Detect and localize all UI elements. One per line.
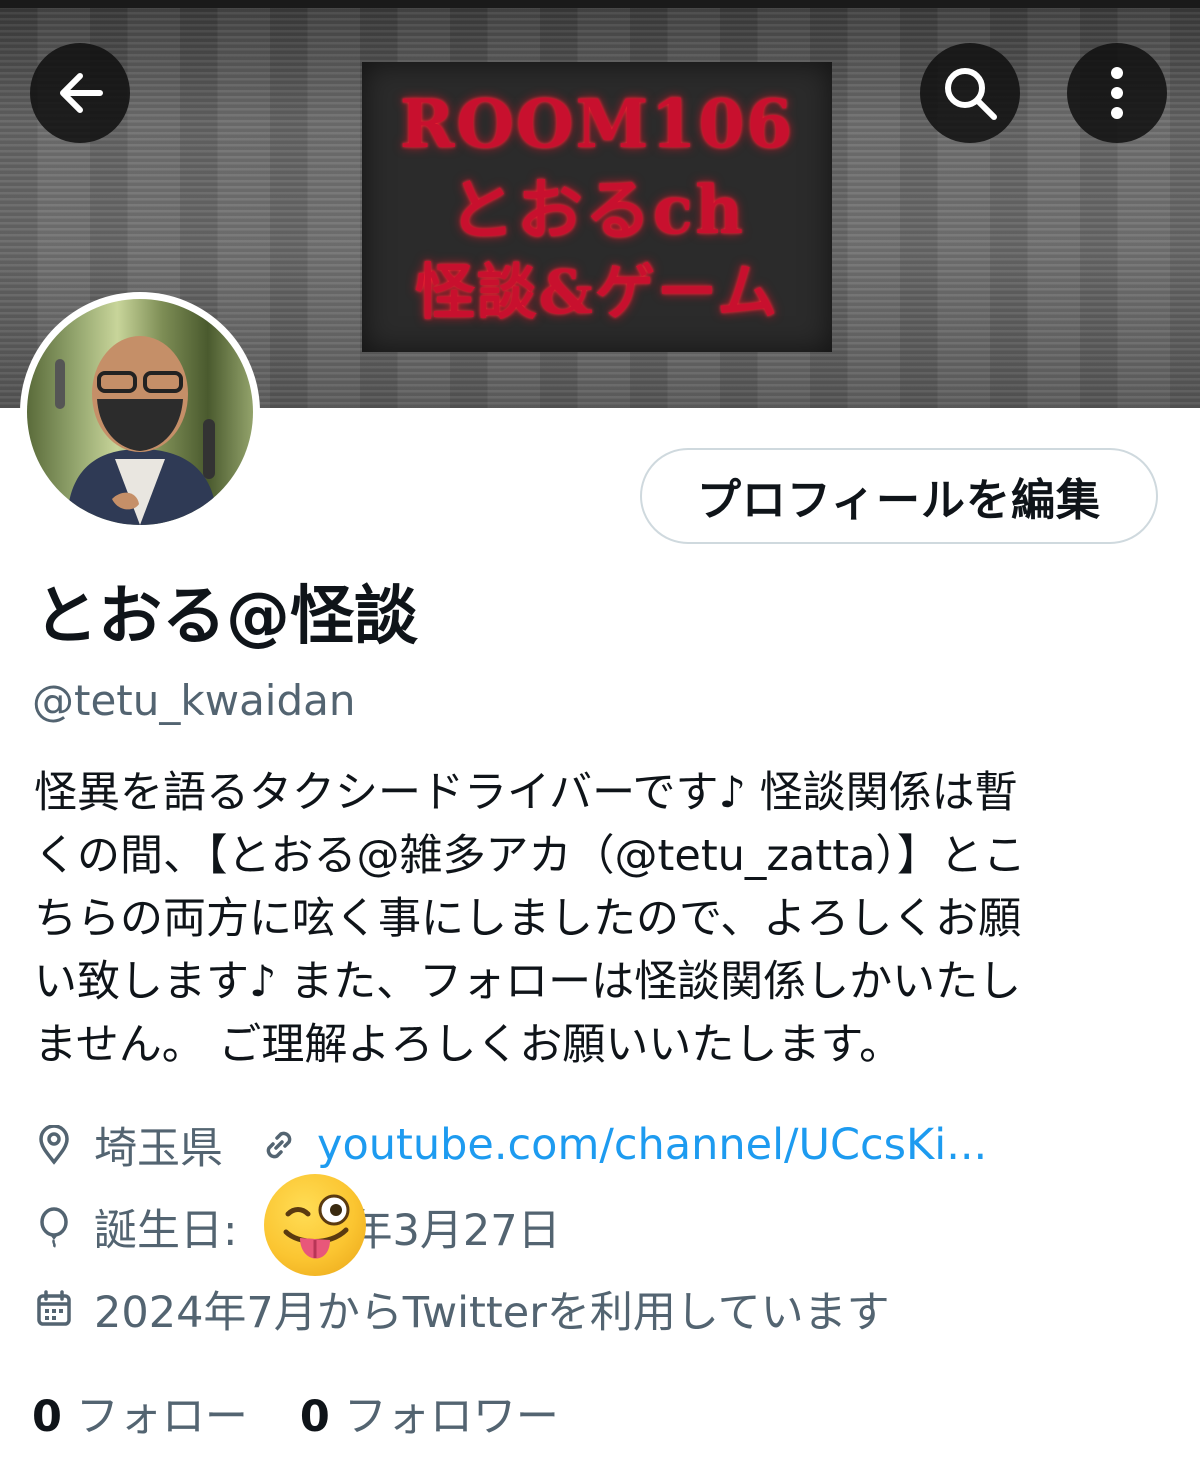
location-link-row: 埼玉県 youtube.com/channel/UCcsKi... xyxy=(34,1118,987,1174)
calendar-icon xyxy=(34,1289,74,1329)
winking-tongue-emoji-sticker xyxy=(264,1174,366,1276)
followers-label: フォロワー xyxy=(343,1392,559,1442)
back-button[interactable] xyxy=(30,43,130,143)
joined-row: 2024年7月からTwitterを利用しています xyxy=(34,1282,890,1338)
profile-bio: 怪異を語るタクシードライバーです♪ 怪談関係は暫 くの間、【とおる@雑多アカ（@… xyxy=(34,762,1164,1077)
following-count: 0 xyxy=(32,1392,62,1442)
bio-line: くの間、【とおる@雑多アカ（@tetu_zatta）】とこ xyxy=(34,831,1026,881)
followers-stat[interactable]: 0 フォロワー xyxy=(300,1382,559,1444)
birthday-value: 年3月27日 xyxy=(349,1206,561,1256)
more-vertical-icon xyxy=(1111,67,1123,119)
arrow-left-icon xyxy=(60,73,103,113)
banner-logo: ROOM106 とおるch 怪談&ゲーム xyxy=(362,62,832,352)
location-pin-icon xyxy=(34,1125,74,1165)
status-bar-strip xyxy=(0,0,1200,8)
search-icon xyxy=(945,68,997,120)
follow-stats: 0 フォロー 0 フォロワー xyxy=(32,1382,559,1444)
bio-line: い致します♪ また、フォローは怪談関係しかいたし xyxy=(34,957,1022,1007)
website-link[interactable]: youtube.com/channel/UCcsKi... xyxy=(317,1120,987,1170)
avatar-person-image xyxy=(55,336,217,525)
avatar-photo xyxy=(27,299,253,525)
following-stat[interactable]: 0 フォロー xyxy=(32,1382,248,1444)
edit-profile-button[interactable]: プロフィールを編集 xyxy=(640,448,1158,544)
location-text: 埼玉県 xyxy=(94,1124,223,1174)
banner-title-line2: とおるch xyxy=(448,171,746,249)
followers-count: 0 xyxy=(299,1392,330,1442)
link-icon xyxy=(259,1125,299,1165)
bio-line: ちらの両方に呟く事にしましたので、よろしくお願 xyxy=(34,894,1022,944)
more-options-button[interactable] xyxy=(1067,43,1167,143)
search-button[interactable] xyxy=(920,43,1020,143)
joined-date: 2024年7月からTwitterを利用しています xyxy=(94,1288,890,1338)
birthday-label: 誕生日: xyxy=(94,1206,238,1256)
bio-line: ません。 ご理解よろしくお願いいたします。 xyxy=(34,1020,903,1070)
user-handle: @tetu_kwaidan xyxy=(32,676,356,725)
following-label: フォロー xyxy=(75,1392,248,1442)
banner-title-line3: 怪談&ゲーム xyxy=(414,258,780,328)
bio-line: 怪異を語るタクシードライバーです♪ 怪談関係は暫 xyxy=(34,768,1018,818)
balloon-icon xyxy=(34,1207,74,1248)
display-name: とおる@怪談 xyxy=(34,580,418,654)
profile-avatar[interactable] xyxy=(20,292,260,532)
banner-title-line1: ROOM106 xyxy=(399,85,795,163)
